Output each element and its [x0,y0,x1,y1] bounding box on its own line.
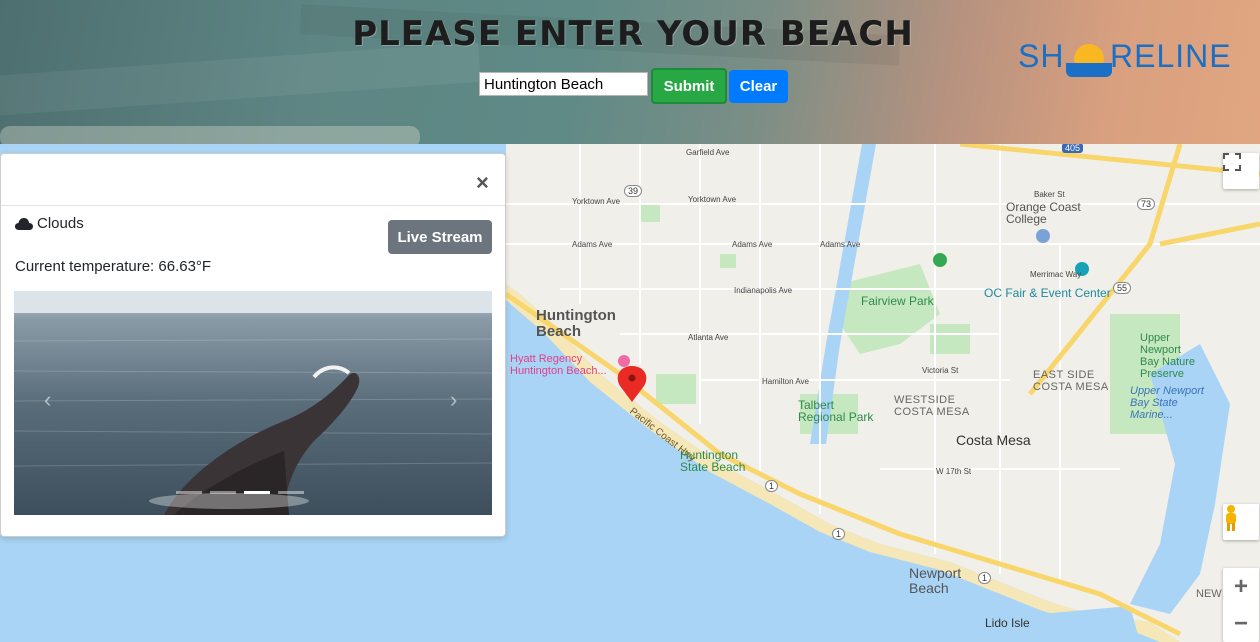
carousel-prev-icon[interactable]: ‹ [44,387,51,413]
map-street-label: W 17th St [936,467,972,476]
map-park [720,254,736,268]
hotel-pin-icon[interactable] [618,355,630,367]
map-label-newport-beach: Newport Beach [909,565,962,596]
map-label-talbert: Talbert Regional Park [798,398,874,424]
weather-label: Clouds [37,215,84,232]
street-view-button[interactable] [1223,504,1259,540]
carousel-indicator[interactable] [176,491,202,494]
route-shield: 55 [1113,282,1132,294]
submit-button[interactable]: Submit [651,68,727,104]
current-temperature: Current temperature: 66.63°F [15,258,212,275]
route-shield: 1 [978,572,992,584]
logo-wave-icon [1066,63,1112,77]
carousel-indicator[interactable] [210,491,236,494]
map-street-label: Atlanta Ave [688,333,729,342]
clear-button[interactable]: Clear [729,70,788,103]
map-label-hyatt: Hyatt Regency Huntington Beach... [510,353,607,377]
route-shield: 405 [1062,144,1084,153]
route-shield: 1 [832,528,846,540]
map-label-newport-partial: NEW [1196,588,1222,600]
carousel-next-icon[interactable]: › [450,387,457,413]
park-pin-icon[interactable] [933,253,947,267]
map-street-label: Adams Ave [732,240,773,249]
map-street-label: Baker St [1034,190,1065,199]
map-label-orange-coast-college: Orange Coast College [1006,200,1081,226]
map-park [656,374,696,404]
map-label-lido-isle: Lido Isle [985,616,1030,630]
map-street-label: Victoria St [922,366,959,375]
map-street-label: Merrimac Way [1030,270,1082,279]
carousel-indicator[interactable] [278,491,304,494]
whale-photo [14,291,492,515]
map-label-oc-fair: OC Fair & Event Center [984,286,1111,300]
route-shield: 39 [624,185,643,197]
live-stream-button[interactable]: Live Stream [388,220,492,254]
fullscreen-icon [1223,153,1241,171]
header-background-brushstroke [0,126,420,144]
route-shield: 73 [1137,198,1156,210]
map-street-label: Adams Ave [820,240,861,249]
shoreline-logo: SH RELINE [1016,36,1236,77]
logo-text-left: SH [1018,38,1065,74]
map-park [640,204,660,222]
fullscreen-button[interactable] [1223,153,1259,189]
map-street-label: Garfield Ave [686,148,730,157]
route-shield: 1 [765,480,779,492]
cloud-icon [15,217,33,230]
school-pin-icon[interactable] [1036,229,1050,243]
close-button[interactable]: × [476,170,489,196]
beach-info-panel: × Clouds Live Stream Current temperature… [0,153,506,537]
pegman-icon [1226,505,1236,531]
carousel-indicator[interactable] [244,491,270,494]
beach-search-input[interactable] [479,72,648,96]
map-street-label: Yorktown Ave [572,197,621,206]
zoom-in-button[interactable]: + [1234,573,1248,601]
logo-text-right: RELINE [1110,38,1232,74]
map-street-label: Indianapolis Ave [734,286,793,295]
image-carousel[interactable]: ‹ › [14,291,492,515]
map-label-hb-state-beach: Huntington State Beach [680,448,746,474]
map-street-label: Hamilton Ave [762,377,809,386]
panel-header: × [1,154,505,206]
map-label-costa-mesa: Costa Mesa [956,432,1031,448]
weather-condition: Clouds [15,215,84,232]
map-label-fairview-park: Fairview Park [861,294,934,308]
map-street-label: Yorktown Ave [688,195,737,204]
map-label-huntington-beach: Huntington Beach [536,307,616,340]
map-label-upper-newport-bay-marine: Upper Newport Bay State Marine... [1130,385,1204,421]
map-label-east-side-costa-mesa: EAST SIDE COSTA MESA [1033,369,1109,393]
map-label-upper-newport-bay-preserve: Upper Newport Bay Nature Preserve [1140,332,1196,380]
zoom-out-button[interactable]: − [1234,610,1248,638]
zoom-controls: + − [1223,568,1259,642]
map-label-westside-costa-mesa: WESTSIDE COSTA MESA [894,394,970,418]
page-header: PLEASE ENTER YOUR BEACH Submit Clear SH … [0,0,1260,144]
map-street-label: Adams Ave [572,240,613,249]
